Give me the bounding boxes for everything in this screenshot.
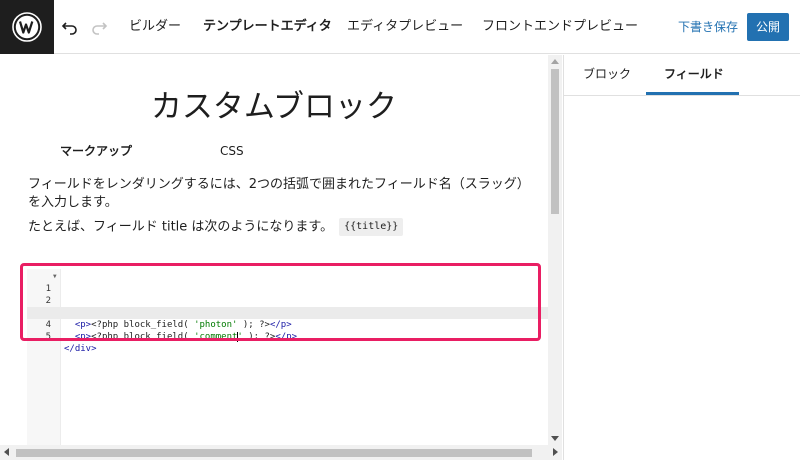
wordpress-logo-icon[interactable] — [0, 0, 54, 54]
scroll-left-arrow-icon[interactable] — [4, 448, 9, 456]
tab-markup[interactable]: マークアップ — [60, 142, 132, 160]
example-field-tag: {{title}} — [339, 218, 404, 236]
scroll-down-arrow-icon[interactable] — [551, 436, 559, 441]
nav-frontend-preview[interactable]: フロントエンドプレビュー — [482, 18, 638, 36]
code-text: </div> — [64, 344, 97, 354]
top-toolbar: ビルダー テンプレートエディタ エディタプレビュー フロントエンドプレビュー 下… — [0, 0, 800, 54]
nav-template-editor[interactable]: テンプレートエディタ — [203, 18, 332, 36]
horizontal-scroll-thumb[interactable] — [16, 449, 532, 457]
active-tab-indicator — [646, 92, 739, 95]
block-title: カスタムブロック — [150, 89, 398, 125]
settings-sidebar: ブロック フィールド — [563, 55, 800, 460]
horizontal-scrollbar[interactable] — [0, 445, 562, 460]
tab-css[interactable]: CSS — [220, 142, 244, 160]
highlight-annotation-box — [20, 263, 541, 341]
nav-builder[interactable]: ビルダー — [129, 18, 181, 36]
publish-button[interactable]: 公開 — [747, 13, 789, 41]
scroll-up-arrow-icon[interactable] — [551, 59, 559, 64]
example-sentence: たとえば、フィールド title は次のようになります。 — [28, 219, 334, 235]
save-draft-button[interactable]: 下書き保存 — [678, 18, 738, 36]
sidebar-tabs: ブロック フィールド — [564, 55, 800, 96]
scroll-right-arrow-icon[interactable] — [553, 448, 558, 456]
undo-icon[interactable] — [58, 15, 82, 39]
template-editor-panel: カスタムブロック マークアップ CSS フィールドをレンダリングするには、2つの… — [0, 55, 562, 460]
instructions-text: フィールドをレンダリングするには、2つの括弧で囲まれたフィールド名（スラッグ）を… — [28, 177, 524, 210]
nav-editor-preview[interactable]: エディタプレビュー — [347, 18, 463, 36]
redo-icon[interactable] — [87, 15, 111, 39]
tab-block[interactable]: ブロック — [583, 65, 631, 83]
vertical-scroll-thumb[interactable] — [551, 69, 559, 214]
tab-fields[interactable]: フィールド — [664, 65, 724, 83]
example-text: たとえば、フィールド title は次のようになります。 {{title}} — [28, 218, 404, 237]
vertical-scrollbar[interactable] — [548, 55, 562, 445]
